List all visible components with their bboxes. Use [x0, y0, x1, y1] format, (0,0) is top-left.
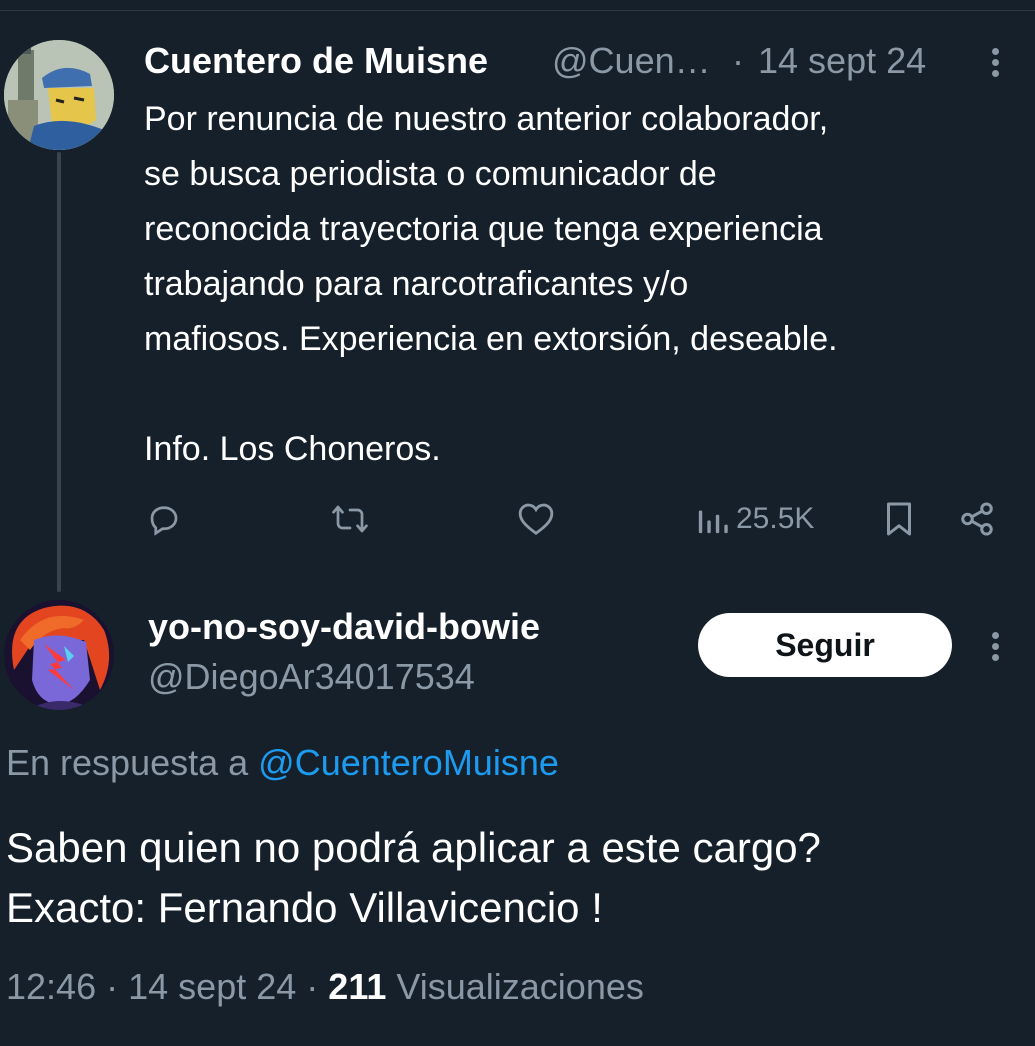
- reply-context: En respuesta a @CuenteroMuisne: [6, 742, 559, 784]
- views-icon: [696, 502, 730, 536]
- share-icon: [958, 500, 996, 538]
- reply-icon: [146, 501, 182, 537]
- reply-views-label[interactable]: Visualizaciones: [396, 966, 643, 1007]
- dot-separator: ·: [732, 40, 744, 81]
- like-button[interactable]: [517, 495, 555, 543]
- reply-meta: 12:46 · 14 sept 24 · 211 Visualizaciones: [6, 966, 644, 1008]
- parent-tweet-date[interactable]: 14 sept 24: [758, 40, 926, 82]
- share-button[interactable]: [958, 495, 996, 543]
- meta-separator: ·: [306, 966, 319, 1007]
- reply-author-name[interactable]: yo-no-soy-david-bowie: [148, 606, 540, 648]
- avatar-cuentero[interactable]: [4, 40, 114, 150]
- reply-date[interactable]: 14 sept 24: [128, 966, 296, 1007]
- top-divider: [0, 0, 1035, 11]
- parent-author-name[interactable]: Cuentero de Muisne: [144, 40, 488, 82]
- reply-text-line: Saben quien no podrá aplicar a este carg…: [6, 824, 821, 871]
- retweet-icon: [330, 501, 370, 537]
- retweet-button[interactable]: [330, 495, 370, 543]
- parent-text-line: trabajando para narcotraficantes y/o: [144, 265, 689, 303]
- reply-target-link[interactable]: @CuenteroMuisne: [258, 742, 559, 783]
- reply-text-line: Exacto: Fernando Villavicencio !: [6, 884, 603, 931]
- avatar-david-bowie[interactable]: [4, 600, 114, 710]
- parent-text-line: Info. Los Choneros.: [144, 430, 441, 468]
- bookmark-button[interactable]: [883, 495, 915, 543]
- like-icon: [517, 501, 555, 537]
- reply-more-icon[interactable]: [985, 626, 1005, 666]
- reply-views-count[interactable]: 211: [328, 966, 386, 1007]
- parent-tweet-text: Por renuncia de nuestro anterior colabor…: [144, 92, 1024, 477]
- reply-prefix: En respuesta a: [6, 742, 249, 783]
- views-count: 25.5K: [736, 502, 815, 535]
- bookmark-icon: [883, 501, 915, 537]
- reply-author-handle[interactable]: @DiegoAr34017534: [148, 656, 475, 698]
- follow-button[interactable]: Seguir: [698, 613, 952, 677]
- reply-time[interactable]: 12:46: [6, 966, 96, 1007]
- parent-text-line: Por renuncia de nuestro anterior colabor…: [144, 100, 829, 138]
- parent-more-icon[interactable]: [985, 42, 1005, 82]
- meta-separator: ·: [106, 966, 119, 1007]
- views-button[interactable]: 25.5K: [696, 495, 814, 543]
- parent-text-line: reconocida trayectoria que tenga experie…: [144, 210, 823, 248]
- parent-text-line: mafiosos. Experiencia en extorsión, dese…: [144, 320, 838, 358]
- reply-tweet-text: Saben quien no podrá aplicar a este carg…: [6, 818, 1026, 938]
- parent-author-handle[interactable]: @Cuen…: [552, 40, 711, 82]
- parent-text-line: se busca periodista o comunicador de: [144, 155, 717, 193]
- reply-button[interactable]: [146, 495, 182, 543]
- parent-action-bar: 25.5K: [0, 495, 1035, 543]
